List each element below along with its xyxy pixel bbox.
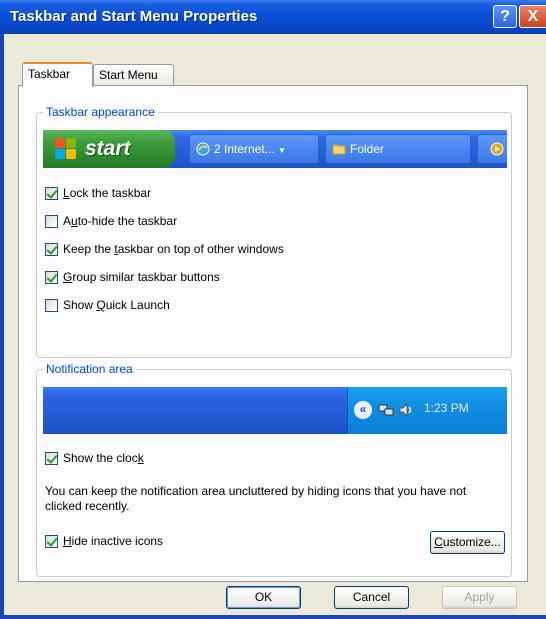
taskbar-appearance-group: Taskbar appearance start 2 Internet... ▼… <box>36 105 512 358</box>
hide-inactive-checkbox[interactable] <box>45 535 58 548</box>
notification-info-text: You can keep the notification area unclu… <box>45 484 467 513</box>
speaker-icon <box>399 402 412 418</box>
window-title: Taskbar and Start Menu Properties <box>10 8 258 25</box>
dialog-window: Taskbar and Start Menu Properties ? X Ta… <box>0 0 546 619</box>
chevron-down-icon: ▼ <box>278 146 286 155</box>
keep-on-top-label: Keep the taskbar on top of other windows <box>63 242 284 256</box>
help-button[interactable]: ? <box>493 5 517 28</box>
title-bar[interactable]: Taskbar and Start Menu Properties ? X <box>0 0 546 34</box>
internet-explorer-icon <box>196 142 210 156</box>
tab-panel: Taskbar appearance start 2 Internet... ▼… <box>18 85 528 582</box>
show-clock-label: Show the clock <box>63 451 144 465</box>
tab-taskbar[interactable]: Taskbar <box>22 62 93 87</box>
auto-hide-checkbox[interactable] <box>45 215 58 228</box>
notification-area-group: Notification area « 1:23 PM Show the clo… <box>36 362 512 577</box>
taskbar-button-internet-label: 2 Internet... <box>214 142 275 156</box>
notification-preview: « 1:23 PM <box>43 387 507 434</box>
folder-icon <box>332 144 346 155</box>
apply-button[interactable]: Apply <box>442 586 517 609</box>
group-buttons-checkbox[interactable] <box>45 271 58 284</box>
network-icon <box>378 404 394 416</box>
cancel-button[interactable]: Cancel <box>334 586 409 609</box>
chevron-left-icon: « <box>354 401 372 419</box>
quick-launch-label: Show Quick Launch <box>63 298 170 312</box>
taskbar-button-folder: Folder <box>325 134 471 164</box>
taskbar-button-internet: 2 Internet... ▼ <box>189 134 319 164</box>
media-player-icon <box>490 142 504 156</box>
auto-hide-label: Auto-hide the taskbar <box>63 214 178 228</box>
close-button[interactable]: X <box>519 5 546 28</box>
notification-area-label: Notification area <box>43 362 136 376</box>
start-label: start <box>85 137 131 160</box>
ok-button[interactable]: OK <box>226 586 301 609</box>
lock-taskbar-label: Lock the taskbar <box>63 186 152 200</box>
system-tray-preview: « 1:23 PM <box>347 387 507 434</box>
show-clock-checkbox[interactable] <box>45 452 58 465</box>
windows-flag-icon <box>55 138 77 160</box>
taskbar-button-folder-label: Folder <box>350 142 385 156</box>
taskbar-preview: start 2 Internet... ▼ Folder <box>43 130 507 168</box>
tab-start-menu[interactable]: Start Menu <box>93 64 174 86</box>
quick-launch-checkbox[interactable] <box>45 299 58 312</box>
tray-clock: 1:23 PM <box>424 401 469 415</box>
keep-on-top-checkbox[interactable] <box>45 243 58 256</box>
taskbar-appearance-label: Taskbar appearance <box>43 105 158 119</box>
dialog-client: Taskbar Start Menu Taskbar appearance st… <box>4 34 546 615</box>
group-buttons-label: Group similar taskbar buttons <box>63 270 220 284</box>
start-button-preview: start <box>43 130 175 168</box>
customize-button[interactable]: Customize... <box>430 531 505 554</box>
lock-taskbar-checkbox[interactable] <box>45 187 58 200</box>
hide-inactive-label: Hide inactive icons <box>63 534 164 548</box>
taskbar-button-media <box>477 134 507 164</box>
